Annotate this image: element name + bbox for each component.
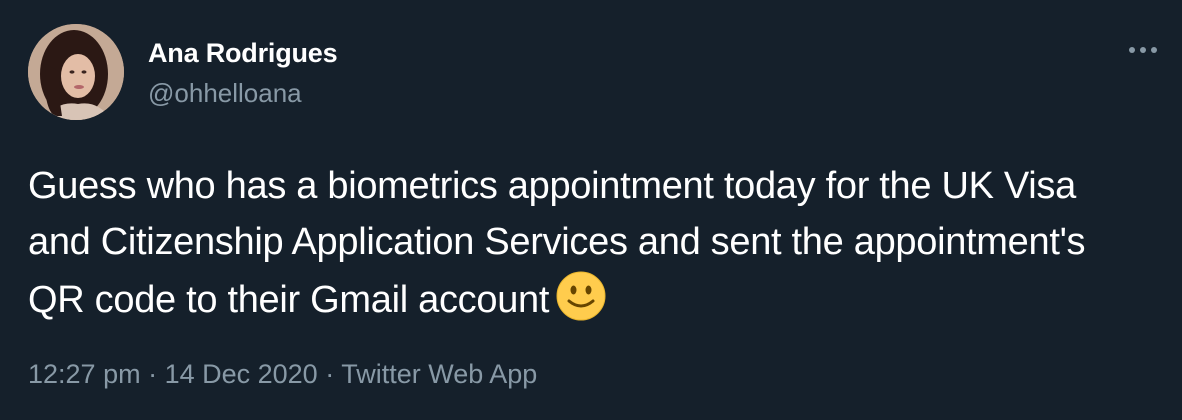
tweet-date-link[interactable]: 14 Dec 2020 bbox=[165, 359, 318, 389]
tweet-source-link[interactable]: Twitter Web App bbox=[341, 359, 537, 389]
more-dots-icon bbox=[1129, 47, 1157, 53]
tweet-time-link[interactable]: 12:27 pm bbox=[28, 359, 141, 389]
meta-separator: · bbox=[317, 359, 342, 389]
meta-separator: · bbox=[140, 359, 165, 389]
author-handle[interactable]: @ohhelloana bbox=[148, 76, 302, 110]
more-options-button[interactable] bbox=[1126, 38, 1160, 62]
profile-photo-icon bbox=[28, 24, 124, 120]
avatar[interactable] bbox=[28, 24, 124, 120]
slightly-smiling-face-icon bbox=[555, 270, 607, 322]
tweet-metadata: 12:27 pm · 14 Dec 2020 · Twitter Web App bbox=[28, 356, 537, 392]
author-display-name[interactable]: Ana Rodrigues bbox=[148, 36, 338, 70]
tweet-body: Guess who has a biometrics appointment t… bbox=[28, 158, 1148, 328]
tweet-card: Ana Rodrigues @ohhelloana Guess who has … bbox=[0, 0, 1182, 420]
